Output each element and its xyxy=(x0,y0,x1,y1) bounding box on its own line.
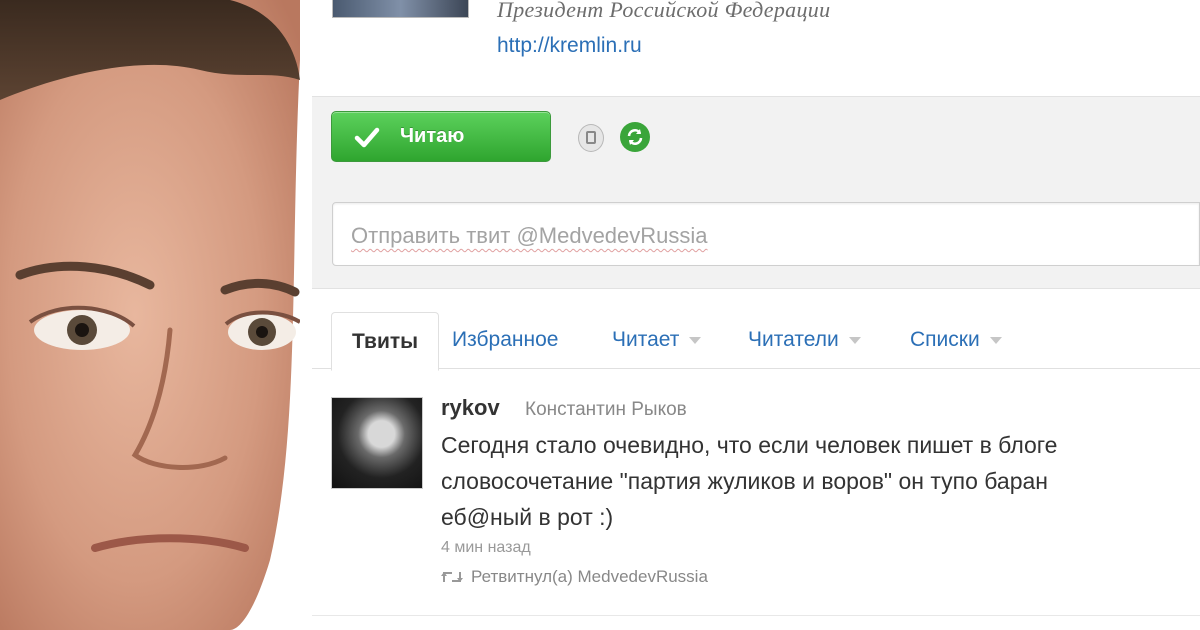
compose-placeholder: Отправить твит @MedvedevRussia xyxy=(351,223,708,248)
refresh-icon xyxy=(627,129,643,145)
tweet-item[interactable]: rykov Константин Рыков Сегодня стало оче… xyxy=(312,369,1200,616)
following-button[interactable]: Читаю xyxy=(331,111,551,162)
tab-lists[interactable]: Списки xyxy=(910,312,1002,368)
tab-followers[interactable]: Читатели xyxy=(748,312,861,368)
twitter-profile-panel: Президент Российской Федерации http://kr… xyxy=(292,0,1200,630)
chevron-down-icon xyxy=(848,336,861,344)
tweet-retweeted-by: Ретвитнул(а) MedvedevRussia xyxy=(471,567,708,586)
face-photo xyxy=(0,0,300,630)
tab-following[interactable]: Читает xyxy=(612,312,702,368)
retweet-icon xyxy=(441,572,463,582)
checkmark-icon xyxy=(354,127,380,147)
compose-area: Отправить твит @MedvedevRussia xyxy=(312,180,1200,289)
tab-favorites[interactable]: Избранное xyxy=(452,312,558,368)
tweet-text: Сегодня стало очевидно, что если человек… xyxy=(441,432,1058,530)
tab-followers-label: Читатели xyxy=(748,328,839,351)
tab-lists-label: Списки xyxy=(910,328,980,351)
profile-avatar[interactable] xyxy=(332,0,469,18)
retweets-toggle-icon[interactable] xyxy=(620,122,650,152)
compose-tweet-input[interactable]: Отправить твит @MedvedevRussia xyxy=(332,202,1200,266)
tweet-fullname[interactable]: Константин Рыков xyxy=(525,399,687,421)
tweet-author-avatar[interactable] xyxy=(331,397,423,489)
face-illustration xyxy=(0,0,300,630)
tab-tweets-label: Твиты xyxy=(352,329,419,353)
profile-action-bar: Читаю xyxy=(312,96,1200,182)
following-button-label: Читаю xyxy=(400,125,465,147)
profile-url-link[interactable]: http://kremlin.ru xyxy=(497,34,642,58)
profile-tabs: Твиты Избранное Читает Читатели Списки xyxy=(312,312,1200,371)
tweet-timestamp[interactable]: 4 мин назад xyxy=(441,539,531,557)
chevron-down-icon xyxy=(989,336,1002,344)
chevron-down-icon xyxy=(689,336,702,344)
tweet-username[interactable]: rykov xyxy=(441,395,500,421)
tweet-retweet-info: Ретвитнул(а) MedvedevRussia xyxy=(441,567,708,587)
device-updates-icon[interactable] xyxy=(578,124,604,152)
tab-following-label: Читает xyxy=(612,328,680,351)
profile-bio: Президент Российской Федерации xyxy=(497,0,831,22)
tab-favorites-label: Избранное xyxy=(452,328,559,351)
tab-tweets[interactable]: Твиты xyxy=(331,312,440,371)
